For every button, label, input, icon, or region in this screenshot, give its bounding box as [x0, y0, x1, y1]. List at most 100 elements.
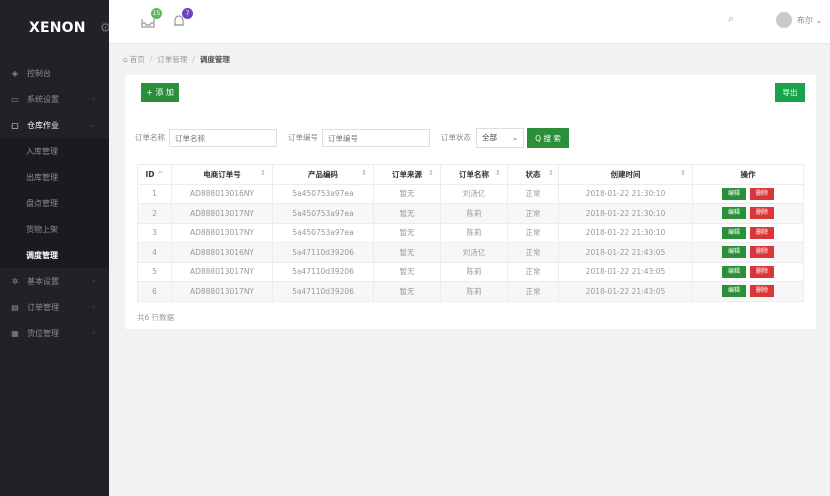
order-status-value: 全部 — [482, 133, 497, 142]
sort-icon: ⇕ — [361, 168, 367, 177]
table-row: 6 AD888013017NY 5a47110d39206 暂无 陈莉 正常 2018-01… — [137, 281, 804, 302]
search-button[interactable]: Q 搜 索 — [527, 128, 569, 148]
sidebar-item-order-management[interactable]: ▤ 订单管理 › — [0, 294, 109, 320]
cell-order-name: 陈莉 — [440, 281, 508, 302]
cell-created-time: 2018-01-22 21:43:05 — [558, 242, 693, 263]
edit-button[interactable]: 编辑 — [722, 207, 746, 220]
notification-button[interactable]: 15 — [139, 8, 162, 30]
cell-order-name: 陈莉 — [440, 261, 508, 282]
logo-row: XENON ⚙ — [0, 0, 111, 56]
sidebar-item-label: 控制台 — [27, 68, 51, 78]
order-no-label: 订单编号 — [288, 133, 318, 142]
user-menu[interactable]: 布尔 ⌄ — [797, 15, 822, 26]
cell-ecommerce-order-no: AD888013017NY — [171, 281, 273, 302]
breadcrumb-separator: / — [192, 54, 195, 64]
sidebar-item-location-management[interactable]: ▦ 货位管理 › — [0, 320, 109, 346]
cell-actions: 编辑 删除 — [692, 203, 804, 224]
export-button[interactable]: 导出 — [775, 83, 805, 102]
cell-created-time: 2018-01-22 21:30:10 — [558, 203, 693, 224]
order-status-select[interactable]: 全部 ⌄ — [476, 128, 524, 148]
column-header-ecommerce-order-no[interactable]: 电商订单号 ⇕ — [171, 164, 273, 185]
chevron-right-icon: › — [92, 95, 95, 103]
sidebar-subitem-outbound[interactable]: 出库管理 — [0, 164, 109, 190]
cell-order-source: 暂无 — [373, 281, 441, 302]
cell-id: 2 — [137, 203, 172, 224]
cell-order-name: 陈莉 — [440, 203, 508, 224]
chevron-right-icon: › — [92, 303, 95, 311]
message-badge: 7 — [182, 8, 193, 19]
order-name-input[interactable] — [169, 129, 277, 147]
search-icon[interactable]: ⌕ — [728, 12, 734, 26]
column-header-created-time[interactable]: 创建时间 ⇕ — [558, 164, 693, 185]
cell-order-source: 暂无 — [373, 203, 441, 224]
cell-created-time: 2018-01-22 21:30:10 — [558, 183, 693, 204]
delete-button[interactable]: 删除 — [750, 187, 774, 200]
table-row: 2 AD888013017NY 5a450753a97ea 暂无 陈莉 正常 2018-01… — [137, 203, 804, 224]
edit-button[interactable]: 编辑 — [722, 226, 746, 239]
add-button[interactable]: + 添 加 — [141, 83, 179, 102]
sidebar-item-basic-settings[interactable]: ✲ 基本设置 › — [0, 268, 109, 294]
sidebar-subitem-inbound[interactable]: 入库管理 — [0, 138, 109, 164]
column-header-id[interactable]: ID ^ — [137, 164, 172, 185]
message-button[interactable]: 7 — [170, 8, 193, 30]
order-no-input[interactable] — [322, 129, 430, 147]
sidebar-subitem-dispatch[interactable]: 调度管理 — [0, 242, 109, 268]
filter-bar: 订单名称 订单编号 订单状态 全部 ⌄ Q 搜 索 — [135, 128, 805, 148]
dashboard-icon: ◈ — [11, 68, 19, 78]
column-header-order-source[interactable]: 订单来源 ⇕ — [373, 164, 441, 185]
edit-button[interactable]: 编辑 — [722, 285, 746, 298]
sidebar-menu: ◈ 控制台 ▭ 系统设置 › ▢ 仓库作业 ⌄ 入库管理 出库管理 盘点管理 货… — [0, 60, 109, 346]
location-icon: ▦ — [11, 328, 19, 338]
order-status-label: 订单状态 — [441, 133, 471, 142]
sort-asc-icon: ^ — [157, 169, 164, 179]
cell-id: 1 — [137, 183, 172, 204]
order-table: ID ^ 电商订单号 ⇕ 产品编码 ⇕ 订单来源 ⇕ 订单名称 ⇕ 状态 ⇕ 创建时间 ⇕ … — [137, 164, 804, 302]
sidebar-item-dashboard[interactable]: ◈ 控制台 — [0, 60, 109, 86]
order-name-label: 订单名称 — [135, 133, 165, 142]
sort-icon: ⇕ — [495, 168, 501, 177]
column-header-order-name[interactable]: 订单名称 ⇕ — [440, 164, 508, 185]
cell-order-source: 暂无 — [373, 261, 441, 282]
delete-button[interactable]: 删除 — [750, 285, 774, 298]
user-name: 布尔 — [797, 16, 813, 25]
home-icon: ⌂ — [123, 54, 128, 64]
column-header-product-code[interactable]: 产品编码 ⇕ — [272, 164, 374, 185]
breadcrumb-level1[interactable]: 订单管理 — [157, 54, 187, 65]
sidebar-subitem-inventory[interactable]: 盘点管理 — [0, 190, 109, 216]
cell-status: 正常 — [507, 242, 559, 263]
monitor-icon: ▭ — [11, 94, 19, 104]
edit-button[interactable]: 编辑 — [722, 246, 746, 259]
edit-button[interactable]: 编辑 — [722, 265, 746, 278]
cell-order-name: 刘汤亿 — [440, 183, 508, 204]
delete-button[interactable]: 删除 — [750, 207, 774, 220]
cell-order-name: 陈莉 — [440, 222, 508, 243]
cell-order-source: 暂无 — [373, 242, 441, 263]
cell-ecommerce-order-no: AD888013017NY — [171, 203, 273, 224]
cell-actions: 编辑 删除 — [692, 183, 804, 204]
avatar[interactable] — [776, 12, 792, 28]
cell-created-time: 2018-01-22 21:30:10 — [558, 222, 693, 243]
warehouse-icon: ▢ — [11, 120, 19, 130]
top-bar: 15 7 ⌕ 布尔 ⌄ — [109, 0, 830, 44]
sidebar-item-warehouse[interactable]: ▢ 仓库作业 ⌄ — [0, 112, 109, 138]
delete-button[interactable]: 删除 — [750, 265, 774, 278]
breadcrumb-home[interactable]: 首页 — [130, 54, 145, 65]
chevron-down-icon: ⌄ — [89, 121, 95, 129]
content-card: + 添 加 导出 订单名称 订单编号 订单状态 全部 ⌄ Q 搜 索 ID ^ … — [125, 75, 816, 329]
sidebar-subitem-shelving[interactable]: 货物上架 — [0, 216, 109, 242]
cell-created-time: 2018-01-22 21:43:05 — [558, 261, 693, 282]
cell-actions: 编辑 删除 — [692, 261, 804, 282]
delete-button[interactable]: 删除 — [750, 246, 774, 259]
cell-ecommerce-order-no: AD888013016NY — [171, 183, 273, 204]
delete-button[interactable]: 删除 — [750, 226, 774, 239]
cell-product-code: 5a47110d39206 — [272, 281, 374, 302]
chevron-right-icon: › — [92, 329, 95, 337]
edit-button[interactable]: 编辑 — [722, 187, 746, 200]
sidebar-item-label: 基本设置 — [27, 276, 59, 286]
sidebar-item-system-settings[interactable]: ▭ 系统设置 › — [0, 86, 109, 112]
column-header-status[interactable]: 状态 ⇕ — [507, 164, 559, 185]
table-row: 3 AD888013017NY 5a450753a97ea 暂无 陈莉 正常 2018-01… — [137, 222, 804, 243]
sidebar-item-label: 订单管理 — [27, 302, 59, 312]
breadcrumb-separator: / — [149, 54, 153, 64]
column-header-actions: 操作 — [692, 164, 804, 185]
